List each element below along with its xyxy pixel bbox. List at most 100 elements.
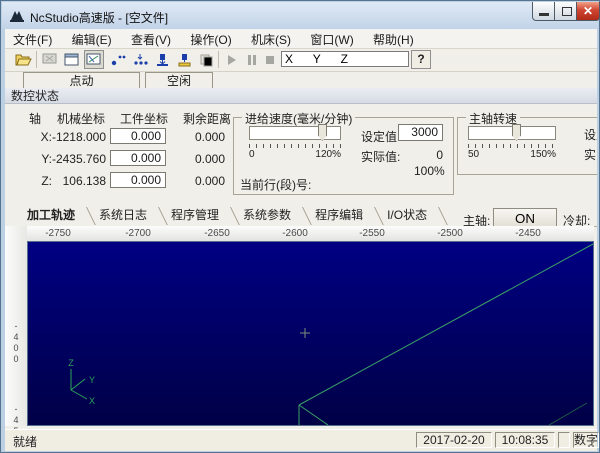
- spindle-slider-ticks: [468, 144, 556, 148]
- h-ruler-tick: -2700: [125, 228, 151, 239]
- axis-select-input[interactable]: [281, 51, 409, 67]
- window-frame: NcStudio高速版 - [空文件] ✕ 文件(F) 编辑(E) 查看(V) …: [0, 0, 600, 453]
- feed-slider-ticks: [249, 144, 341, 148]
- cnc-status-panel: 轴 机械坐标 工件坐标 剩余距离 X: -1218.000 0.000 0.00…: [5, 104, 597, 228]
- position-cross-icon: [300, 328, 310, 338]
- menu-window[interactable]: 窗口(W): [302, 29, 361, 48]
- tab-system-params[interactable]: 系统参数: [235, 207, 307, 225]
- spindle-title: 主轴转速: [466, 110, 521, 127]
- spindle-scale-min: 50: [468, 149, 480, 160]
- tab-machining-track[interactable]: 加工轨迹: [19, 207, 91, 225]
- menubar: 文件(F) 编辑(E) 查看(V) 操作(O) 机床(S) 窗口(W) 帮助(H…: [5, 29, 597, 49]
- axis-indicator-icon: [70, 369, 88, 400]
- status-ready-text: 就绪: [13, 435, 38, 449]
- tab-system-log[interactable]: 系统日志: [91, 207, 163, 225]
- axis-z-work-field[interactable]: 0.000: [110, 172, 166, 188]
- h-ruler-tick: -2550: [359, 228, 385, 239]
- toolbar: ?: [5, 49, 597, 72]
- feed-override-slider[interactable]: [249, 126, 341, 140]
- tab-program-edit[interactable]: 程序编辑: [307, 207, 379, 225]
- h-ruler-tick: -2450: [515, 228, 541, 239]
- feed-actual-label: 实际值:: [361, 150, 401, 164]
- menu-edit[interactable]: 编辑(E): [64, 29, 120, 48]
- h-ruler-tick: -2500: [437, 228, 463, 239]
- axis-y-machine: -2435.760: [51, 152, 106, 166]
- handwheel-icon[interactable]: [130, 50, 150, 69]
- close-button[interactable]: ✕: [576, 2, 600, 21]
- tab-io-status[interactable]: I/O状态: [379, 207, 443, 225]
- h-ruler-tick: -2750: [45, 228, 71, 239]
- copy-icon[interactable]: [196, 50, 216, 69]
- tab-program-manage[interactable]: 程序管理: [163, 207, 235, 225]
- track-canvas[interactable]: Z Y X: [27, 241, 594, 426]
- spindle-actual-label: 实际: [584, 148, 597, 162]
- axis-y-glyph: Y: [89, 375, 95, 385]
- tool-down-icon[interactable]: [152, 50, 172, 69]
- feed-set-value-field[interactable]: 3000: [398, 124, 443, 141]
- machine-state-indicator: 空闲: [145, 72, 213, 89]
- app-icon: [10, 11, 24, 22]
- menu-operate[interactable]: 操作(O): [182, 29, 239, 48]
- maximize-icon: [562, 7, 572, 16]
- tab-strip: 加工轨迹 系统日志 程序管理 系统参数 程序编辑 I/O状态: [5, 207, 597, 227]
- spindle-scale-max: 150%: [530, 149, 556, 160]
- feed-actual-value: 0: [436, 148, 443, 162]
- status-empty-pane: [558, 432, 570, 448]
- status-bar: 就绪 2017-02-20 10:08:35 数字: [5, 429, 599, 451]
- menu-view[interactable]: 查看(V): [123, 29, 179, 48]
- mode-jog-indicator: 点动: [23, 72, 140, 89]
- status-date: 2017-02-20: [416, 432, 492, 448]
- play-icon[interactable]: [222, 50, 242, 69]
- feed-override-percent: 100%: [414, 164, 445, 178]
- axis-x-remain: 0.000: [194, 130, 225, 144]
- h-ruler-tick: -2650: [204, 228, 230, 239]
- col-remain-dist: 剩余距离: [183, 112, 232, 126]
- status-time: 10:08:35: [495, 432, 555, 448]
- pause-icon[interactable]: [242, 50, 262, 69]
- resize-grip[interactable]: [584, 437, 596, 449]
- screen-icon[interactable]: [40, 50, 60, 69]
- feed-rate-group: 进给速度(毫米/分钟) 0 120% 设定值: 3000 实际值: 0 100%…: [233, 110, 454, 195]
- close-icon: ✕: [582, 4, 594, 18]
- axis-y-work-field[interactable]: 0.000: [110, 150, 166, 166]
- trace-view-icon[interactable]: [84, 50, 104, 69]
- minimize-button[interactable]: [532, 2, 555, 21]
- open-file-icon[interactable]: [13, 50, 33, 69]
- ncstudio-window: NcStudio高速版 - [空文件] ✕ 文件(F) 编辑(E) 查看(V) …: [0, 0, 600, 453]
- window-icon[interactable]: [62, 50, 82, 69]
- spindle-set-label: 设定: [584, 128, 597, 142]
- maximize-button[interactable]: [554, 2, 577, 21]
- menu-machine[interactable]: 机床(S): [243, 29, 299, 48]
- vertical-ruler: -400 -450: [5, 226, 27, 448]
- minimize-icon: [539, 13, 549, 16]
- col-work-coord: 工件坐标: [120, 112, 169, 126]
- axis-x-machine: -1218.000: [51, 130, 106, 144]
- help-icon[interactable]: ?: [411, 50, 431, 69]
- panel-header: 数控状态: [5, 88, 597, 104]
- feed-scale-max: 120%: [315, 149, 341, 160]
- track-plot: Z Y X: [68, 243, 594, 426]
- simulate-icon[interactable]: [108, 50, 128, 69]
- tool-calibrate-icon[interactable]: [174, 50, 194, 69]
- axis-z-glyph: Z: [68, 358, 74, 368]
- axis-z-remain: 0.000: [194, 174, 225, 188]
- col-machine-coord: 机械坐标: [57, 112, 106, 126]
- toolbar-separator: [218, 51, 219, 68]
- spindle-speed-group: 主轴转速 50 150% 设定 实际: [457, 110, 597, 175]
- h-ruler-tick: -2600: [282, 228, 308, 239]
- tab-spacer: [5, 207, 19, 225]
- menu-file[interactable]: 文件(F): [5, 29, 60, 48]
- feed-set-label: 设定值:: [361, 130, 401, 144]
- titlebar[interactable]: NcStudio高速版 - [空文件] ✕: [2, 2, 600, 29]
- axis-z-machine: 106.138: [62, 174, 106, 188]
- col-axis: 轴: [29, 112, 42, 126]
- toolbar-separator: [36, 51, 37, 68]
- client-area: 文件(F) 编辑(E) 查看(V) 操作(O) 机床(S) 窗口(W) 帮助(H…: [5, 29, 597, 450]
- current-line-label: 当前行(段)号:: [240, 178, 312, 192]
- menu-help[interactable]: 帮助(H): [365, 29, 422, 48]
- axis-x-glyph: X: [89, 396, 95, 406]
- v-ruler-tick: -400: [11, 321, 21, 365]
- feed-rate-title: 进给速度(毫米/分钟): [242, 110, 356, 127]
- axis-x-work-field[interactable]: 0.000: [110, 128, 166, 144]
- horizontal-ruler: -2750 -2700 -2650 -2600 -2550 -2500 -245…: [27, 226, 594, 241]
